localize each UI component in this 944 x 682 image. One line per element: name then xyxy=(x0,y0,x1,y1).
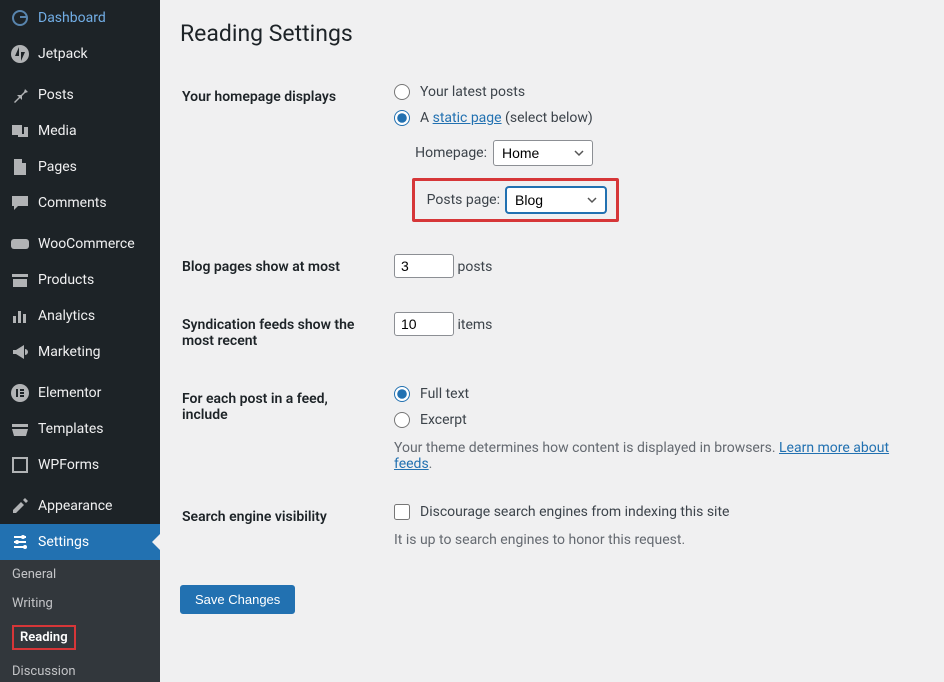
homepage-select-label: Homepage: xyxy=(412,145,487,161)
sidebar-item-label: Templates xyxy=(38,421,104,437)
page-title: Reading Settings xyxy=(180,20,924,47)
blog-pages-unit: posts xyxy=(457,259,492,275)
products-icon xyxy=(10,270,30,290)
sidebar-item-pages[interactable]: Pages xyxy=(0,149,160,185)
posts-page-select[interactable]: Blog xyxy=(506,187,606,213)
sidebar-item-analytics[interactable]: Analytics xyxy=(0,298,160,334)
syndication-label: Syndication feeds show the most recent xyxy=(182,297,382,369)
analytics-icon xyxy=(10,306,30,326)
comments-icon xyxy=(10,193,30,213)
discourage-search-label: Discourage search engines from indexing … xyxy=(420,504,729,520)
sidebar-item-label: Posts xyxy=(38,87,74,103)
radio-static-page-label: A static page (select below) xyxy=(420,110,593,126)
sidebar-item-templates[interactable]: Templates xyxy=(0,411,160,447)
posts-page-select-label: Posts page: xyxy=(425,192,500,208)
syndication-unit: items xyxy=(457,317,492,333)
subnav-item-discussion[interactable]: Discussion xyxy=(0,657,160,682)
sidebar-item-marketing[interactable]: Marketing xyxy=(0,334,160,370)
appearance-icon xyxy=(10,496,30,516)
sidebar-item-label: Marketing xyxy=(38,344,101,360)
sidebar-item-label: Appearance xyxy=(38,498,112,514)
woo-icon xyxy=(10,234,30,254)
sidebar-item-posts[interactable]: Posts xyxy=(0,77,160,113)
radio-latest-posts-label: Your latest posts xyxy=(420,84,525,100)
subnav-item-reading[interactable]: Reading xyxy=(0,618,160,657)
radio-excerpt-label: Excerpt xyxy=(420,412,467,428)
dashboard-icon xyxy=(10,8,30,28)
sidebar-item-label: Dashboard xyxy=(38,10,106,26)
main-content: Reading Settings Your homepage displays … xyxy=(160,0,944,682)
sidebar-item-products[interactable]: Products xyxy=(0,262,160,298)
homepage-select[interactable]: Home xyxy=(493,140,593,166)
homepage-displays-label: Your homepage displays xyxy=(182,69,382,237)
radio-full-text-label: Full text xyxy=(420,386,469,402)
sidebar-item-settings[interactable]: Settings xyxy=(0,524,160,560)
discourage-search-checkbox[interactable] xyxy=(394,504,410,520)
sidebar-item-label: WooCommerce xyxy=(38,236,135,252)
sidebar-item-appearance[interactable]: Appearance xyxy=(0,488,160,524)
posts-page-highlight: Posts page: Blog xyxy=(412,178,619,222)
sidebar-item-label: Pages xyxy=(38,159,77,175)
media-icon xyxy=(10,121,30,141)
subnav-item-writing[interactable]: Writing xyxy=(0,589,160,618)
blog-pages-label: Blog pages show at most xyxy=(182,239,382,295)
subnav-item-general[interactable]: General xyxy=(0,560,160,589)
marketing-icon xyxy=(10,342,30,362)
settings-submenu: General Writing Reading Discussion xyxy=(0,560,160,682)
syndication-input[interactable] xyxy=(394,312,454,336)
sidebar-item-dashboard[interactable]: Dashboard xyxy=(0,0,160,36)
radio-static-page[interactable] xyxy=(394,110,410,126)
pages-icon xyxy=(10,157,30,177)
sidebar-item-label: Products xyxy=(38,272,94,288)
radio-latest-posts[interactable] xyxy=(394,84,410,100)
sidebar-item-label: Comments xyxy=(38,195,107,211)
jetpack-icon xyxy=(10,44,30,64)
templates-icon xyxy=(10,419,30,439)
save-changes-button[interactable]: Save Changes xyxy=(180,585,295,614)
sidebar-item-comments[interactable]: Comments xyxy=(0,185,160,221)
sidebar-item-label: WPForms xyxy=(38,457,99,473)
static-page-link[interactable]: static page xyxy=(433,110,502,126)
sidebar-item-label: Analytics xyxy=(38,308,95,324)
pin-icon xyxy=(10,85,30,105)
search-visibility-label: Search engine visibility xyxy=(182,489,382,563)
feed-include-label: For each post in a feed, include xyxy=(182,371,382,487)
sidebar-item-jetpack[interactable]: Jetpack xyxy=(0,36,160,72)
sidebar-item-label: Elementor xyxy=(38,385,101,401)
radio-excerpt[interactable] xyxy=(394,412,410,428)
sidebar-item-wpforms[interactable]: WPForms xyxy=(0,447,160,483)
sidebar-item-label: Jetpack xyxy=(38,46,88,62)
elementor-icon xyxy=(10,383,30,403)
sidebar-item-label: Media xyxy=(38,123,77,139)
feed-description: Your theme determines how content is dis… xyxy=(394,440,912,472)
wpforms-icon xyxy=(10,455,30,475)
sidebar-item-elementor[interactable]: Elementor xyxy=(0,375,160,411)
sidebar-item-media[interactable]: Media xyxy=(0,113,160,149)
sidebar-item-woocommerce[interactable]: WooCommerce xyxy=(0,226,160,262)
radio-full-text[interactable] xyxy=(394,386,410,402)
settings-icon xyxy=(10,532,30,552)
search-visibility-description: It is up to search engines to honor this… xyxy=(394,532,912,548)
sidebar-item-label: Settings xyxy=(38,534,89,550)
admin-sidebar: Dashboard Jetpack Posts Media Pages Comm… xyxy=(0,0,160,682)
blog-pages-input[interactable] xyxy=(394,254,454,278)
